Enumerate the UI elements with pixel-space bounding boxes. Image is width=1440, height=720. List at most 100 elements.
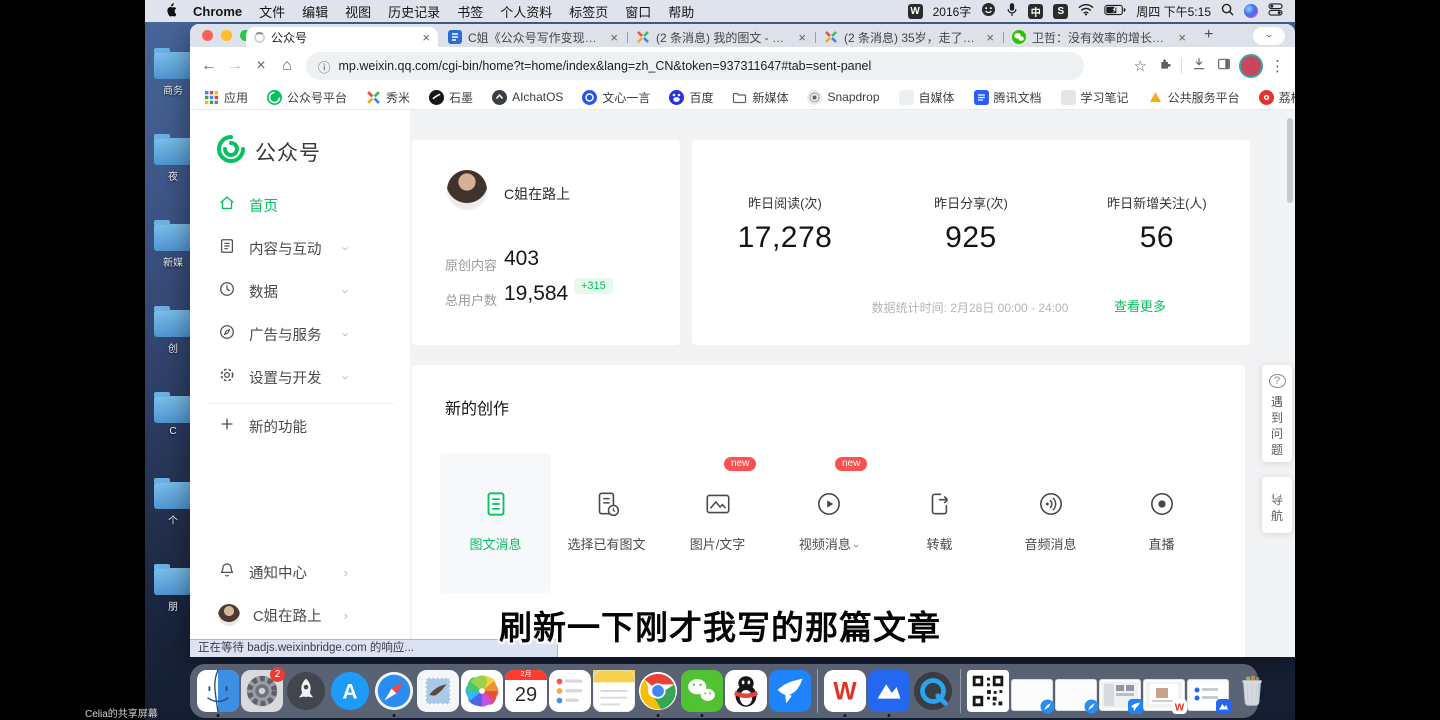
url-text[interactable]: mp.weixin.qq.com/cgi-bin/home?t=home/ind…	[339, 59, 872, 73]
stop-loading-button[interactable]: ×	[248, 57, 274, 75]
downloads-icon[interactable]	[1191, 56, 1207, 77]
sidebar-item-content[interactable]: 内容与互动 ›	[218, 237, 348, 259]
tab-mp-weixin[interactable]: 公众号 ×	[246, 27, 438, 47]
create-live-item[interactable]: 直播	[1106, 453, 1217, 593]
apple-menu-icon[interactable]	[163, 2, 176, 20]
bookmark-lizhi[interactable]: 荔枝微课	[1259, 89, 1295, 106]
menubar-item-profiles[interactable]: 个人资料	[500, 2, 552, 21]
finder-icon[interactable]	[197, 670, 239, 712]
menubar-item-history[interactable]: 历史记录	[388, 2, 440, 21]
stat-new-followers[interactable]: 昨日新增关注(人) 56	[1064, 193, 1250, 255]
smiley-status-icon[interactable]	[981, 2, 996, 20]
dingtalk-icon[interactable]	[769, 670, 811, 712]
minimized-safari-window[interactable]	[1055, 679, 1097, 711]
sogou-input-icon[interactable]: S	[1053, 4, 1068, 19]
input-method-icon[interactable]: 中	[1028, 4, 1043, 19]
qq-icon[interactable]	[725, 670, 767, 712]
stat-shares[interactable]: 昨日分享(次) 925	[878, 193, 1064, 255]
siri-icon[interactable]	[1244, 4, 1258, 18]
page-scrollbar[interactable]	[1287, 118, 1293, 203]
tab-doc[interactable]: C姐《公众号写作变现课》 ×	[440, 27, 626, 47]
close-tab-icon[interactable]: ×	[610, 30, 618, 45]
new-tab-button[interactable]: +	[1204, 26, 1213, 44]
spotlight-search-icon[interactable]	[1221, 3, 1234, 19]
sidebar-item-ads[interactable]: 广告与服务 ›	[218, 323, 348, 345]
sidebar-item-settings[interactable]: 设置与开发 ›	[218, 366, 348, 388]
bookmark-folder-newmedia[interactable]: 新媒体	[732, 89, 788, 106]
minimized-safari-window[interactable]	[1011, 679, 1053, 711]
view-more-link[interactable]: 查看更多	[1094, 296, 1186, 315]
site-info-icon[interactable]: ⓘ	[318, 57, 331, 76]
photos-icon[interactable]	[461, 670, 503, 712]
side-panel-icon[interactable]	[1216, 56, 1232, 77]
menubar-app-name[interactable]: Chrome	[193, 4, 242, 19]
bookmark-shimo[interactable]: 石墨	[429, 89, 473, 106]
bookmark-public-service[interactable]: 公共服务平台	[1148, 89, 1240, 106]
menubar-item-edit[interactable]: 编辑	[302, 2, 328, 21]
bookmark-mp-platform[interactable]: 公众号平台	[267, 89, 347, 106]
browser-menu-icon[interactable]: ⋮	[1270, 57, 1285, 75]
close-tab-icon[interactable]: ×	[1178, 30, 1186, 45]
extensions-icon[interactable]	[1156, 56, 1172, 77]
menubar-item-help[interactable]: 帮助	[668, 2, 694, 21]
original-content-value[interactable]: 403	[504, 247, 539, 271]
wps-status-icon[interactable]: W	[908, 4, 923, 19]
bookmark-tencent-docs[interactable]: 腾讯文档	[974, 89, 1042, 106]
tencent-meeting-icon[interactable]	[868, 670, 910, 712]
menubar-item-view[interactable]: 视图	[345, 2, 371, 21]
system-settings-icon[interactable]: 2	[241, 670, 283, 712]
battery-icon[interactable]	[1104, 4, 1126, 19]
create-video-item[interactable]: new 视频消息 ›	[773, 453, 884, 593]
wifi-icon[interactable]	[1078, 3, 1094, 19]
back-button[interactable]: ←	[196, 57, 222, 75]
qr-code-file-icon[interactable]	[967, 670, 1009, 712]
notes-icon[interactable]	[593, 670, 635, 712]
create-image-text-item[interactable]: new 图片/文字	[662, 453, 773, 593]
home-button[interactable]: ⌂	[274, 57, 300, 75]
microphone-icon[interactable]	[1006, 2, 1018, 20]
bookmark-apps[interactable]: 应用	[204, 89, 248, 106]
total-users-value[interactable]: 19,584	[504, 282, 568, 306]
bookmark-study-notes[interactable]: 学习笔记	[1061, 89, 1129, 106]
app-store-icon[interactable]: A	[329, 670, 371, 712]
launchpad-icon[interactable]	[285, 670, 327, 712]
close-window-button[interactable]	[202, 30, 213, 41]
forward-button[interactable]: →	[222, 57, 248, 75]
bookmark-star-icon[interactable]: ☆	[1134, 57, 1147, 75]
wps-icon[interactable]: W	[824, 670, 866, 712]
bookmark-wenxin[interactable]: 文心一言	[582, 89, 650, 106]
create-news-item[interactable]: 图文消息	[440, 453, 551, 593]
tab-xiumi-1[interactable]: (2 条消息) 我的图文 - 秀米XIU ×	[628, 27, 814, 47]
create-repost-item[interactable]: 转载	[884, 453, 995, 593]
wechat-icon[interactable]	[681, 670, 723, 712]
sidebar-item-data[interactable]: 数据 ›	[218, 280, 348, 302]
minimized-meeting-window[interactable]	[1187, 679, 1229, 711]
trash-icon[interactable]	[1231, 670, 1273, 712]
safari-icon[interactable]	[373, 670, 415, 712]
minimized-wps-window[interactable]: W	[1143, 679, 1185, 711]
tab-search-menu[interactable]: ›	[1253, 27, 1285, 45]
bookmark-aichatos[interactable]: AIchatOS	[492, 90, 563, 105]
minimized-dingtalk-window[interactable]	[1099, 679, 1141, 711]
choose-existing-item[interactable]: 选择已有图文	[551, 453, 662, 593]
profile-avatar[interactable]	[447, 170, 487, 210]
stat-reads[interactable]: 昨日阅读(次) 17,278	[692, 193, 878, 255]
mail-icon[interactable]	[417, 670, 459, 712]
minimize-window-button[interactable]	[221, 30, 232, 41]
create-audio-item[interactable]: 音频消息	[995, 453, 1106, 593]
close-tab-icon[interactable]: ×	[798, 30, 806, 45]
menubar-item-window[interactable]: 窗口	[625, 2, 651, 21]
clock-status[interactable]: 周四 下午5:15	[1136, 3, 1211, 20]
bookmark-xiumi[interactable]: 秀米	[366, 89, 410, 106]
browser-profile-avatar[interactable]	[1241, 56, 1261, 76]
close-tab-icon[interactable]: ×	[422, 30, 430, 45]
nav-float-button[interactable]: 导航	[1262, 477, 1292, 533]
calendar-icon[interactable]: 2月29	[505, 670, 547, 712]
sidebar-item-home[interactable]: 首页	[218, 194, 348, 216]
menubar-item-file[interactable]: 文件	[259, 2, 285, 21]
help-float-button[interactable]: ? 遇到问题	[1262, 365, 1292, 462]
menubar-item-bookmarks[interactable]: 书签	[457, 2, 483, 21]
reminders-icon[interactable]	[549, 670, 591, 712]
tab-wechat-article[interactable]: 卫哲：没有效率的增长，是在 ×	[1004, 27, 1194, 47]
quicktime-icon[interactable]	[912, 670, 954, 712]
